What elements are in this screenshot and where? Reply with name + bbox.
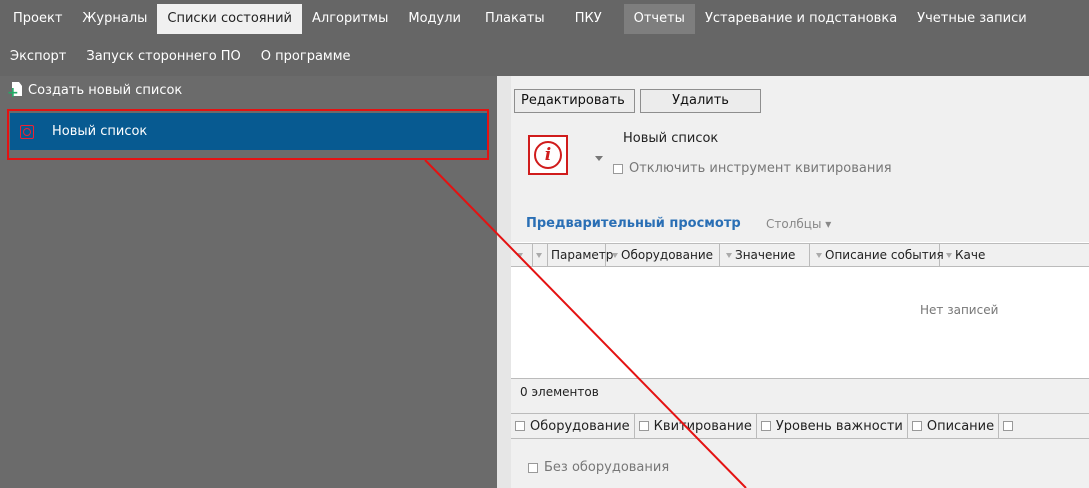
tab-checkbox[interactable] bbox=[911, 421, 922, 431]
col-parameter-label: Параметр bbox=[551, 248, 614, 262]
col-parameter[interactable]: Параметр bbox=[548, 244, 613, 266]
menu-project[interactable]: Проект bbox=[0, 4, 72, 34]
menu-state-lists[interactable]: Списки состояний bbox=[157, 4, 303, 34]
filter-icon[interactable] bbox=[816, 252, 822, 258]
no-equipment-checkbox[interactable] bbox=[528, 462, 538, 473]
columns-dropdown[interactable]: Столбцы ▾ bbox=[766, 217, 831, 231]
disable-ack-label: Отключить инструмент квитирования bbox=[629, 161, 892, 176]
list-icon-picker[interactable]: i bbox=[528, 135, 568, 175]
tab-equipment-label: Оборудование bbox=[530, 418, 630, 434]
disable-ack-checkbox[interactable] bbox=[613, 163, 623, 174]
item-count: 0 элементов bbox=[520, 385, 599, 399]
tab-checkbox[interactable] bbox=[515, 421, 525, 431]
filter-icon[interactable] bbox=[612, 252, 618, 258]
chevron-down-icon[interactable] bbox=[595, 156, 603, 161]
filter-icon[interactable] bbox=[536, 252, 542, 258]
grid-filter-cell[interactable] bbox=[511, 244, 533, 266]
filter-icon[interactable] bbox=[517, 252, 523, 258]
menu-accounts[interactable]: Учетные записи bbox=[907, 4, 1037, 34]
col-value-label: Значение bbox=[735, 248, 796, 262]
menu-algorithms[interactable]: Алгоритмы bbox=[302, 4, 398, 34]
tab-severity[interactable]: Уровень важности bbox=[757, 414, 908, 438]
tab-description[interactable]: Описание bbox=[908, 414, 1000, 438]
list-item-label: Новый список bbox=[52, 124, 148, 139]
menu-obsolescence[interactable]: Устаревание и подстановка bbox=[695, 4, 907, 34]
panel-divider[interactable] bbox=[497, 76, 511, 488]
menu-export[interactable]: Экспорт bbox=[0, 42, 76, 72]
menu-journals[interactable]: Журналы bbox=[72, 4, 157, 34]
top-menubar: Проект Журналы Списки состояний Алгоритм… bbox=[0, 0, 1089, 76]
tab-acknowledgement-label: Квитирование bbox=[653, 418, 752, 434]
tab-acknowledgement[interactable]: Квитирование bbox=[635, 414, 757, 438]
empty-grid-message: Нет записей bbox=[920, 303, 999, 317]
create-list-label: Создать новый список bbox=[28, 82, 183, 98]
menu-row-2: Экспорт Запуск стороннего ПО О программе bbox=[0, 38, 361, 76]
edit-button[interactable]: Редактировать bbox=[514, 89, 635, 113]
col-quality[interactable]: Каче bbox=[940, 244, 1000, 266]
no-equipment-label: Без оборудования bbox=[544, 460, 670, 475]
delete-button[interactable]: Удалить bbox=[640, 89, 761, 113]
filter-icon[interactable] bbox=[726, 252, 732, 258]
no-equipment-toggle[interactable]: Без оборудования bbox=[528, 460, 669, 475]
info-icon bbox=[20, 124, 34, 139]
tab-severity-label: Уровень важности bbox=[775, 418, 903, 434]
col-event-description-label: Описание события bbox=[825, 248, 944, 262]
new-document-icon bbox=[7, 82, 24, 100]
filter-icon[interactable] bbox=[946, 252, 952, 258]
col-value[interactable]: Значение bbox=[720, 244, 810, 266]
tab-checkbox[interactable] bbox=[638, 421, 649, 431]
grid-filter-cell[interactable] bbox=[533, 244, 548, 266]
preview-title: Предварительный просмотр bbox=[526, 216, 741, 231]
list-item[interactable]: Новый список bbox=[10, 113, 488, 150]
grid-header-row: Параметр Оборудование Значение Описание … bbox=[511, 243, 1089, 267]
tab-equipment[interactable]: Оборудование bbox=[511, 414, 635, 438]
tab-more[interactable] bbox=[999, 414, 1022, 438]
tab-checkbox[interactable] bbox=[760, 421, 771, 431]
menu-run-external[interactable]: Запуск стороннего ПО bbox=[76, 42, 250, 72]
col-quality-label: Каче bbox=[955, 248, 986, 262]
menu-pku[interactable]: ПКУ bbox=[565, 4, 624, 34]
menu-reports[interactable]: Отчеты bbox=[623, 4, 695, 34]
menu-posters[interactable]: Плакаты bbox=[471, 4, 565, 34]
col-event-description[interactable]: Описание события bbox=[810, 244, 944, 266]
menu-modules[interactable]: Модули bbox=[398, 4, 471, 34]
menu-row-1: Проект Журналы Списки состояний Алгоритм… bbox=[0, 0, 1037, 38]
col-equipment-label: Оборудование bbox=[621, 248, 713, 262]
list-name: Новый список bbox=[623, 131, 719, 146]
create-list-button[interactable]: Создать новый список bbox=[7, 82, 183, 101]
tab-description-label: Описание bbox=[926, 418, 995, 434]
info-icon: i bbox=[534, 141, 562, 169]
col-equipment[interactable]: Оборудование bbox=[606, 244, 720, 266]
disable-ack-toggle[interactable]: Отключить инструмент квитирования bbox=[613, 161, 892, 176]
filter-tabs: Оборудование Квитирование Уровень важнос… bbox=[511, 413, 1089, 439]
menu-about[interactable]: О программе bbox=[251, 42, 361, 72]
tab-checkbox[interactable] bbox=[1003, 421, 1014, 431]
